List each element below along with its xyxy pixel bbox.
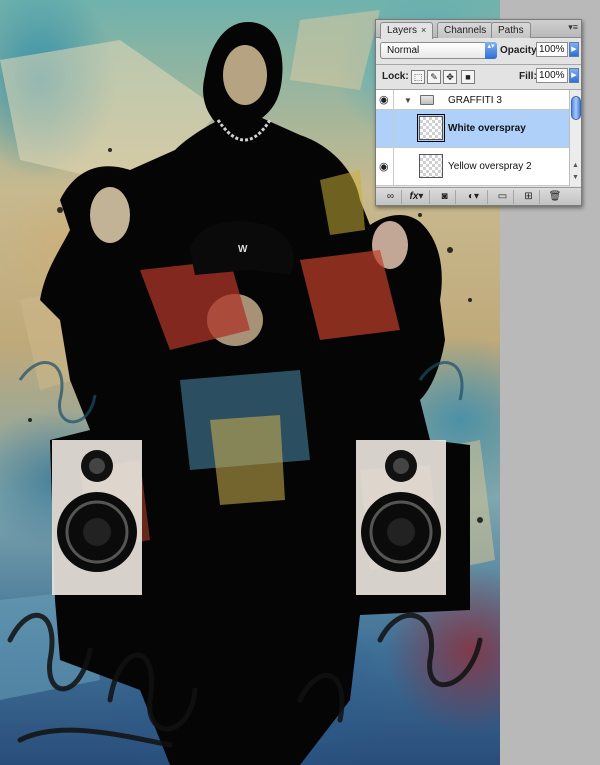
tab-paths-label: Paths: [498, 25, 524, 36]
svg-text:W: W: [238, 244, 248, 255]
tab-paths[interactable]: Paths: [491, 22, 531, 38]
layer-row-selected[interactable]: White overspray: [376, 110, 569, 148]
adjustment-layer-icon[interactable]: ◐▾: [460, 190, 488, 204]
layer-name[interactable]: GRAFFITI 3: [448, 95, 502, 106]
tab-channels[interactable]: Channels: [437, 22, 494, 38]
fill-input[interactable]: 100%: [536, 68, 568, 83]
layer-name[interactable]: Yellow overspray 2: [448, 161, 532, 172]
opacity-label: Opacity:: [500, 45, 541, 56]
opacity-slider-arrow-icon[interactable]: ▶: [569, 42, 579, 57]
layer-thumbnail: [417, 114, 445, 142]
blend-mode-value: Normal: [387, 45, 420, 56]
expand-triangle-icon[interactable]: ▼: [404, 96, 412, 105]
folder-icon: [420, 95, 434, 105]
eye-icon[interactable]: ◉: [379, 160, 389, 173]
tab-layers[interactable]: Layers ×: [380, 22, 434, 39]
padlock-icon[interactable]: ■: [461, 70, 475, 84]
new-group-icon[interactable]: ▭: [492, 190, 514, 204]
move-lock-icon[interactable]: ✥: [443, 70, 457, 84]
layer-thumbnail: [419, 154, 443, 178]
layers-scrollbar[interactable]: ▲ ▼: [569, 90, 581, 186]
chevron-updown-icon: ▴▾: [485, 42, 497, 59]
layer-group-row[interactable]: ◉ ▼ GRAFFITI 3: [376, 90, 569, 110]
scroll-thumb[interactable]: [571, 96, 581, 120]
blend-mode-select[interactable]: Normal ▴▾: [380, 42, 497, 59]
panel-menu-icon[interactable]: ▾≡: [568, 23, 578, 32]
visibility-cell[interactable]: [376, 110, 394, 147]
scroll-down-icon[interactable]: ▼: [572, 174, 579, 181]
trash-icon[interactable]: 🗑: [544, 190, 566, 204]
eye-icon[interactable]: ◉: [379, 93, 389, 106]
layer-name[interactable]: White overspray: [448, 123, 526, 134]
layers-panel: Layers × Channels Paths ▾≡ Normal ▴▾ Opac…: [375, 19, 582, 206]
layers-list: ◉ ▼ GRAFFITI 3 White overspray ◉ Yellow …: [376, 90, 569, 186]
fill-label: Fill:: [519, 71, 537, 82]
tab-channels-label: Channels: [444, 25, 487, 36]
tab-layers-label: Layers: [387, 25, 418, 36]
panel-tab-bar: Layers × Channels Paths ▾≡: [376, 20, 581, 39]
transparency-lock-icon[interactable]: ⬚: [411, 70, 425, 84]
fill-slider-arrow-icon[interactable]: ▶: [569, 68, 579, 83]
link-layers-icon[interactable]: ∞: [380, 190, 402, 204]
new-layer-icon[interactable]: ⊞: [518, 190, 540, 204]
lock-label: Lock:: [382, 71, 409, 82]
fx-icon[interactable]: fx▾: [404, 190, 430, 204]
scroll-up-icon[interactable]: ▲: [572, 162, 579, 169]
divider: [376, 64, 581, 65]
close-icon[interactable]: ×: [421, 25, 426, 35]
visibility-cell[interactable]: ◉: [376, 90, 394, 109]
layer-row[interactable]: ◉ Yellow overspray 2: [376, 148, 569, 186]
visibility-cell[interactable]: ◉: [376, 148, 394, 185]
layers-bottom-toolbar: ∞ fx▾ ◙ ◐▾ ▭ ⊞ 🗑: [376, 187, 581, 205]
brush-lock-icon[interactable]: ✎: [427, 70, 441, 84]
layer-mask-icon[interactable]: ◙: [434, 190, 456, 204]
opacity-input[interactable]: 100%: [536, 42, 568, 57]
